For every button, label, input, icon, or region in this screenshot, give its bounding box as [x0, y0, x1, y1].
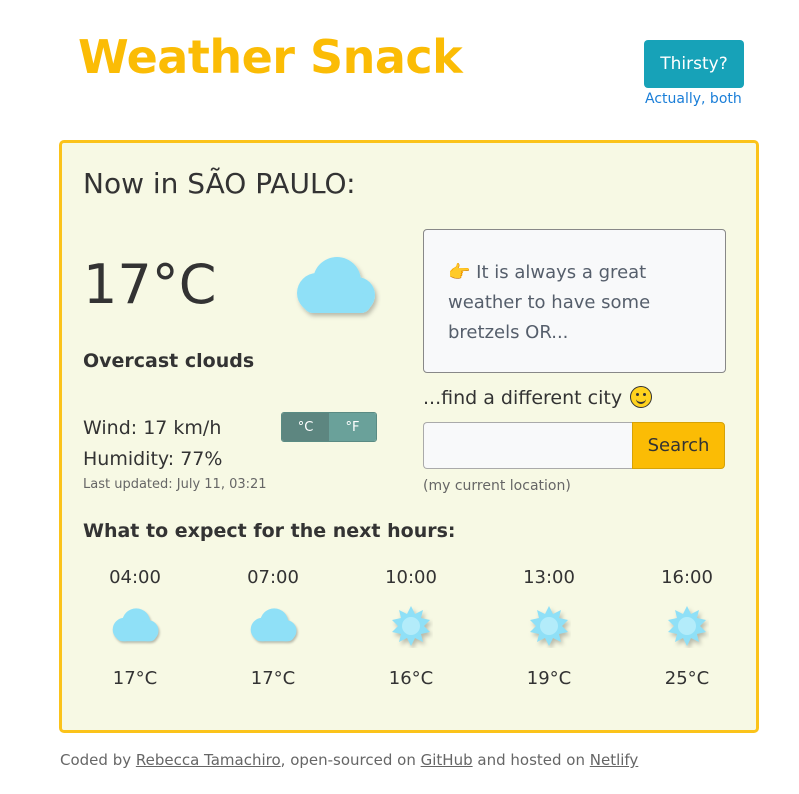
cloud-icon: [85, 596, 185, 656]
app-title: Weather Snack: [78, 30, 463, 84]
forecast-temp: 25°C: [664, 668, 710, 689]
forecast-time: 13:00: [523, 567, 575, 588]
footer-and: and hosted on: [477, 751, 585, 769]
snack-message: It is always a great weather to have som…: [448, 262, 651, 343]
forecast-item: 07:00 17°C: [223, 567, 323, 689]
last-updated: Last updated: July 11, 03:21: [83, 477, 267, 492]
author-link[interactable]: Rebecca Tamachiro: [136, 751, 281, 769]
forecast-heading: What to expect for the next hours:: [83, 520, 456, 542]
city-heading: Now in SÃO PAULO:: [83, 167, 356, 200]
forecast-time: 07:00: [247, 567, 299, 588]
forecast-temp: 17°C: [250, 668, 296, 689]
forecast-item: 13:00 19°C: [499, 567, 599, 689]
footer-prefix: Coded by: [60, 751, 132, 769]
forecast-time: 16:00: [661, 567, 713, 588]
current-temperature: 17°C: [83, 253, 217, 316]
forecast-temp: 16°C: [388, 668, 434, 689]
forecast-time: 04:00: [109, 567, 161, 588]
unit-toggle: °C °F: [281, 412, 377, 442]
thirsty-button[interactable]: Thirsty?: [644, 40, 744, 88]
footer: Coded by Rebecca Tamachiro, open-sourced…: [60, 751, 638, 769]
sun-icon: [637, 596, 737, 656]
smiley-icon: [630, 386, 653, 408]
actually-both-link[interactable]: Actually, both: [645, 91, 742, 107]
forecast-item: 16:00 25°C: [637, 567, 737, 689]
current-location-link[interactable]: (my current location): [423, 478, 571, 494]
wind-speed: Wind: 17 km/h: [83, 417, 222, 439]
forecast-time: 10:00: [385, 567, 437, 588]
search-form: Search: [423, 422, 725, 469]
forecast-item: 04:00 17°C: [85, 567, 185, 689]
netlify-link[interactable]: Netlify: [590, 751, 639, 769]
footer-middle: , open-sourced on: [280, 751, 416, 769]
forecast-temp: 17°C: [112, 668, 158, 689]
github-link[interactable]: GitHub: [421, 751, 473, 769]
cloud-icon: [289, 253, 381, 325]
temperature-row: 17°C: [83, 253, 216, 316]
sun-icon: [361, 596, 461, 656]
find-city-prompt: ...find a different city: [423, 386, 653, 409]
humidity: Humidity: 77%: [83, 448, 223, 470]
forecast-item: 10:00 16°C: [361, 567, 461, 689]
search-button[interactable]: Search: [632, 422, 725, 469]
weather-description: Overcast clouds: [83, 350, 255, 372]
snack-message-box: 👉 It is always a great weather to have s…: [423, 229, 726, 373]
fahrenheit-button[interactable]: °F: [329, 413, 376, 441]
weather-card: Now in SÃO PAULO: 17°C Overcast clouds W…: [59, 140, 759, 733]
city-search-input[interactable]: [423, 422, 632, 469]
forecast-temp: 19°C: [526, 668, 572, 689]
cloud-icon: [223, 596, 323, 656]
sun-icon: [499, 596, 599, 656]
celsius-button[interactable]: °C: [282, 413, 329, 441]
find-city-label: ...find a different city: [423, 387, 623, 409]
pointing-hand-icon: 👉: [448, 262, 471, 283]
